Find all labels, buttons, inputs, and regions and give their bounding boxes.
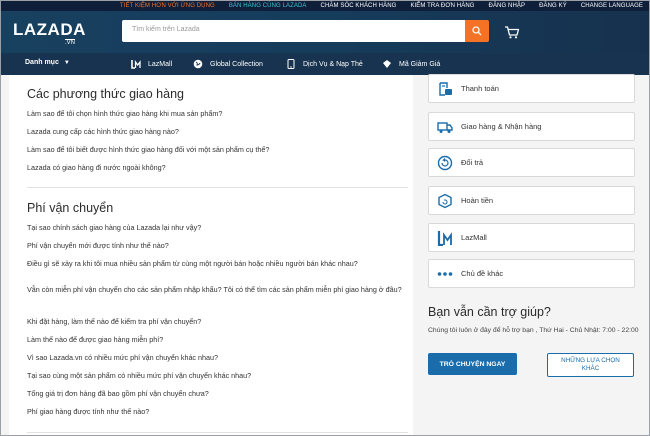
lazmall-icon bbox=[437, 230, 453, 246]
section-title: Các phương thức giao hàng bbox=[27, 87, 184, 101]
categories-menu[interactable]: Danh mục ▼ bbox=[25, 59, 70, 66]
nav-item-label: LazMall bbox=[148, 60, 173, 68]
lazmall-icon bbox=[130, 59, 142, 69]
topic-label: LazMall bbox=[461, 233, 487, 242]
search-placeholder: Tìm kiếm trên Lazada bbox=[132, 26, 200, 33]
chat-now-button[interactable]: TRÒ CHUYỆN NGAY bbox=[428, 353, 517, 375]
faq-question-link[interactable]: Lazada cung cấp các hình thức giao hàng … bbox=[27, 127, 407, 137]
site-header: LAZADA .VN Tìm kiếm trên Lazada bbox=[1, 11, 649, 53]
search-input[interactable]: Tìm kiếm trên Lazada bbox=[122, 20, 465, 42]
coupon-icon bbox=[381, 59, 393, 69]
search-icon bbox=[472, 26, 482, 36]
help-title: Bạn vẫn cần trợ giúp? bbox=[428, 305, 551, 319]
refund-icon bbox=[437, 193, 453, 209]
topbar-language-link[interactable]: CHANGE LANGUAGE bbox=[581, 3, 643, 9]
nav-item-global-collection[interactable]: Global Collection bbox=[192, 59, 263, 69]
nav-item-label: Mã Giảm Giá bbox=[399, 60, 441, 68]
faq-question-link[interactable]: Tổng giá trị đơn hàng đã bao gồm phí vận… bbox=[27, 389, 407, 399]
topbar-order-tracking-link[interactable]: KIỂM TRA ĐƠN HÀNG bbox=[410, 3, 474, 9]
topic-card-returns[interactable]: Đổi trả bbox=[428, 148, 635, 177]
categories-label: Danh mục bbox=[25, 59, 59, 66]
top-promo-bar: TIẾT KIỆM HƠN VỚI ỨNG DỤNG BÁN HÀNG CÙNG… bbox=[1, 1, 649, 11]
nav-item-services[interactable]: Dịch Vụ & Nạp Thẻ bbox=[285, 59, 363, 69]
payment-icon bbox=[437, 81, 453, 97]
faq-question-link[interactable]: Làm sao để tôi biết được hình thức giao … bbox=[27, 145, 407, 155]
topic-label: Thanh toán bbox=[461, 84, 499, 93]
faq-question-link[interactable]: Tại sao cùng một sản phẩm có nhiều mức p… bbox=[27, 371, 407, 381]
faq-question-link[interactable]: Vẫn còn miễn phí vận chuyển cho các sản … bbox=[27, 285, 407, 295]
topic-label: Hoàn tiền bbox=[461, 196, 494, 205]
faq-question-link[interactable]: Khi đặt hàng, làm thế nào để kiểm tra ph… bbox=[27, 317, 407, 327]
cart-icon[interactable] bbox=[504, 25, 520, 39]
topic-card-other[interactable]: Chủ đề khác bbox=[428, 259, 635, 288]
faq-content: Các phương thức giao hàng Làm sao để tôi… bbox=[9, 75, 413, 435]
chevron-down-icon: ▼ bbox=[63, 59, 70, 66]
phone-icon bbox=[285, 59, 297, 69]
nav-item-vouchers[interactable]: Mã Giảm Giá bbox=[381, 59, 440, 69]
topbar-app-link[interactable]: TIẾT KIỆM HƠN VỚI ỨNG DỤNG bbox=[120, 3, 215, 9]
section-divider bbox=[27, 432, 408, 433]
topbar-login-link[interactable]: ĐĂNG NHẬP bbox=[489, 3, 526, 9]
truck-icon bbox=[437, 119, 453, 135]
search-button[interactable] bbox=[465, 20, 489, 42]
other-options-button[interactable]: NHỮNG LỰA CHỌN KHÁC bbox=[547, 353, 634, 377]
faq-question-link[interactable]: Phí giao hàng được tính như thế nào? bbox=[27, 407, 407, 417]
logo-domain: .VN bbox=[65, 39, 76, 46]
nav-item-label: Global Collection bbox=[210, 60, 263, 68]
topbar-signup-link[interactable]: ĐĂNG KÝ bbox=[539, 3, 567, 9]
topbar-sell-link[interactable]: BÁN HÀNG CÙNG LAZADA bbox=[229, 3, 307, 9]
topic-card-refunds[interactable]: Hoàn tiền bbox=[428, 186, 635, 215]
topic-label: Đổi trả bbox=[461, 158, 484, 167]
topic-card-payment[interactable]: Thanh toán bbox=[428, 74, 635, 103]
section-divider bbox=[27, 187, 408, 188]
main-nav: Danh mục ▼ LazMall Global Collection Dịc… bbox=[1, 53, 649, 75]
section-title: Phí vận chuyển bbox=[27, 201, 114, 215]
topic-card-shipping[interactable]: Giao hàng & Nhận hàng bbox=[428, 112, 635, 141]
topic-label: Giao hàng & Nhận hàng bbox=[461, 122, 542, 131]
faq-question-link[interactable]: Tại sao chính sách giao hàng của Lazada … bbox=[27, 223, 407, 233]
return-icon bbox=[437, 155, 453, 171]
browser-frame: TIẾT KIỆM HƠN VỚI ỨNG DỤNG BÁN HÀNG CÙNG… bbox=[0, 0, 650, 436]
topic-label: Chủ đề khác bbox=[461, 269, 504, 278]
faq-question-link[interactable]: Vì sao Lazada.vn có nhiều mức phí vận ch… bbox=[27, 353, 407, 363]
globe-icon bbox=[192, 59, 204, 69]
help-hours-text: Chúng tôi luôn ở đây để hỗ trợ bạn , Thứ… bbox=[428, 327, 639, 334]
faq-question-link[interactable]: Làm thế nào để được giao hàng miễn phí? bbox=[27, 335, 407, 345]
topbar-customer-care-link[interactable]: CHĂM SÓC KHÁCH HÀNG bbox=[321, 3, 397, 9]
nav-item-label: Dịch Vụ & Nạp Thẻ bbox=[303, 60, 363, 68]
lazada-logo[interactable]: LAZADA bbox=[13, 20, 86, 40]
faq-question-link[interactable]: Điều gì sẽ xảy ra khi tôi mua nhiều sản … bbox=[27, 259, 407, 269]
topic-card-lazmall[interactable]: LazMall bbox=[428, 223, 635, 252]
faq-question-link[interactable]: Phí vận chuyển mới được tính như thế nào… bbox=[27, 241, 407, 251]
faq-question-link[interactable]: Làm sao để tôi chọn hình thức giao hàng … bbox=[27, 109, 407, 119]
nav-item-lazmall[interactable]: LazMall bbox=[130, 59, 172, 69]
faq-question-link[interactable]: Lazada có giao hàng đi nước ngoài không? bbox=[27, 163, 407, 173]
more-icon bbox=[437, 266, 453, 282]
